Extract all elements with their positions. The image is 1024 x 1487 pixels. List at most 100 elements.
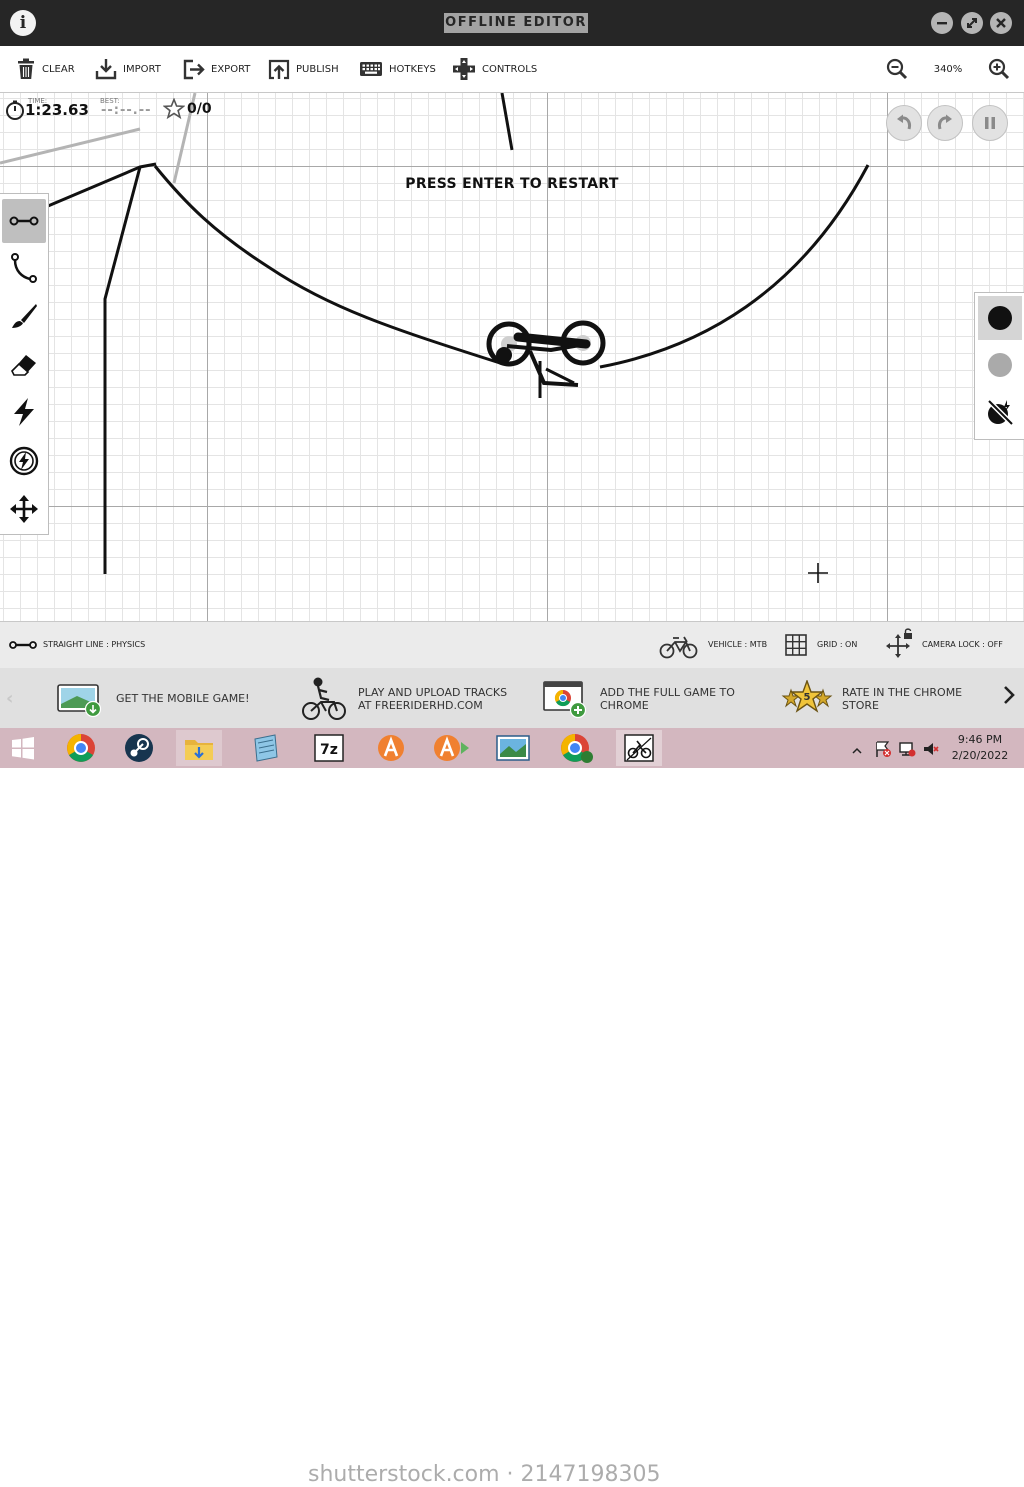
promo-upload-line2: AT FREERIDERHD.COM — [358, 699, 483, 712]
tray-expand-icon[interactable] — [852, 741, 862, 760]
stopwatch-icon — [5, 100, 25, 124]
crashed-rider — [486, 320, 606, 398]
action-center-flag-icon[interactable] — [874, 740, 892, 762]
publish-icon — [268, 59, 290, 80]
hotkeys-button[interactable]: HOTKEYS — [359, 57, 436, 81]
minimize-icon[interactable] — [931, 12, 953, 34]
camera-lock-status[interactable]: CAMERA LOCK : OFF — [922, 640, 1003, 649]
undo-icon — [897, 114, 911, 130]
redo-button[interactable] — [927, 105, 963, 141]
clear-button[interactable]: CLEAR — [16, 57, 75, 81]
chevron-left-icon[interactable]: ‹ — [6, 688, 13, 709]
grid-status[interactable]: GRID : ON — [817, 640, 857, 649]
dpad-icon — [453, 58, 475, 80]
svg-text:7z: 7z — [320, 742, 338, 758]
best-value: --:--.-- — [101, 103, 152, 118]
controls-label: CONTROLS — [482, 63, 538, 75]
straight-line-tool[interactable] — [2, 199, 46, 243]
promo-rate-text[interactable]: RATE IN THE CHROME STORE — [842, 686, 962, 712]
publish-label: PUBLISH — [296, 63, 339, 75]
photos-taskbar-icon[interactable] — [490, 730, 536, 766]
grid-icon[interactable] — [785, 634, 807, 656]
keyboard-icon — [360, 62, 382, 76]
line-type-panel — [974, 292, 1024, 440]
promo-rate[interactable]: 5 — [781, 678, 833, 720]
mtb-bike-icon[interactable] — [659, 632, 699, 660]
eraser-tool[interactable] — [2, 343, 46, 387]
promo-mobile[interactable] — [57, 682, 103, 722]
zoom-in-icon[interactable] — [988, 58, 1010, 84]
powerups-option[interactable] — [978, 390, 1022, 434]
vehicle-status[interactable]: VEHICLE : MTB — [708, 640, 767, 649]
chrome-profile-taskbar-icon[interactable] — [554, 730, 600, 766]
avast-taskbar-icon[interactable] — [368, 730, 414, 766]
scenery-color-swatch — [988, 353, 1012, 377]
boost-tool[interactable] — [2, 390, 46, 434]
import-label: IMPORT — [123, 63, 161, 75]
avast-alt-taskbar-icon[interactable] — [428, 730, 474, 766]
chrome-taskbar-icon[interactable] — [58, 730, 104, 766]
crosshair-cursor — [808, 563, 828, 583]
import-button[interactable]: IMPORT — [95, 57, 161, 81]
current-tool-status: STRAIGHT LINE : PHYSICS — [43, 640, 146, 649]
file-explorer-taskbar-icon[interactable] — [176, 730, 222, 766]
status-bar: STRAIGHT LINE : PHYSICS VEHICLE : MTB GR… — [0, 621, 1024, 668]
promo-chrome[interactable] — [543, 680, 589, 724]
trash-icon — [18, 58, 34, 79]
brush-icon — [12, 304, 37, 328]
physics-line — [599, 164, 870, 369]
camera-lock-icon[interactable] — [886, 628, 914, 658]
scenery-line-option[interactable] — [978, 343, 1022, 387]
info-icon[interactable]: i — [10, 10, 36, 36]
pause-icon — [985, 117, 995, 129]
curve-icon — [11, 253, 37, 283]
chevron-right-icon[interactable] — [1001, 684, 1017, 710]
maximize-icon[interactable] — [961, 12, 983, 34]
publish-button[interactable]: PUBLISH — [268, 57, 339, 81]
controls-button[interactable]: CONTROLS — [452, 57, 537, 81]
undo-button[interactable] — [886, 105, 922, 141]
taskbar: 7z shutterstock.com · 2147198305 9:46 PM… — [0, 728, 1024, 1487]
export-icon — [183, 59, 205, 80]
pause-button[interactable] — [972, 105, 1008, 141]
steam-taskbar-icon[interactable] — [116, 730, 162, 766]
export-button[interactable]: EXPORT — [183, 57, 250, 81]
gravity-tool[interactable] — [2, 439, 46, 483]
hotkeys-label: HOTKEYS — [389, 63, 436, 75]
powerups-icon — [987, 399, 1014, 426]
tool-panel — [0, 193, 49, 535]
physics-color-swatch — [988, 306, 1012, 330]
close-icon[interactable] — [990, 12, 1012, 34]
watermark-text: shutterstock.com · 2147198305 — [308, 1462, 661, 1487]
promo-upload-text[interactable]: PLAY AND UPLOAD TRACKS AT FREERIDERHD.CO… — [358, 686, 507, 712]
physics-line — [153, 165, 501, 365]
toolbar: CLEAR IMPORT EXPORT PUBLISH HOTKEYS CONT… — [0, 46, 1024, 93]
redo-icon — [938, 114, 952, 130]
stars-count: 0/0 — [187, 101, 212, 117]
physics-line — [500, 93, 514, 151]
rider-icon — [302, 677, 346, 720]
restart-message: PRESS ENTER TO RESTART — [405, 176, 619, 192]
track-canvas[interactable]: TIME: 1:23.63 BEST: --:--.-- 0/0 PRESS E… — [0, 93, 1024, 621]
7zip-taskbar-icon[interactable]: 7z — [306, 730, 352, 766]
freerider-taskbar-icon[interactable] — [616, 730, 662, 766]
zoom-level: 340% — [933, 64, 963, 75]
promo-chrome-text[interactable]: ADD THE FULL GAME TO CHROME — [600, 686, 735, 712]
physics-line-option[interactable] — [978, 296, 1022, 340]
network-icon[interactable] — [898, 740, 916, 762]
brush-tool[interactable] — [2, 294, 46, 338]
system-clock[interactable]: 9:46 PM 2/20/2022 — [950, 733, 1010, 762]
windows-start-icon[interactable] — [0, 730, 46, 766]
promo-bar: ‹ GET THE MOBILE GAME! PLAY AND UPLOAD T… — [0, 668, 1024, 728]
zoom-out-icon[interactable] — [886, 58, 908, 84]
move-icon — [10, 495, 38, 523]
volume-muted-icon[interactable] — [922, 740, 940, 762]
curve-tool[interactable] — [2, 246, 46, 290]
promo-upload[interactable] — [301, 676, 347, 726]
promo-chrome-line1: ADD THE FULL GAME TO — [600, 686, 735, 699]
title-bar: i OFFLINE EDITOR — [0, 0, 1024, 46]
notepad-taskbar-icon[interactable] — [242, 730, 288, 766]
promo-mobile-text[interactable]: GET THE MOBILE GAME! — [116, 692, 250, 705]
straight-line-icon — [9, 216, 39, 226]
move-tool[interactable] — [2, 487, 46, 531]
